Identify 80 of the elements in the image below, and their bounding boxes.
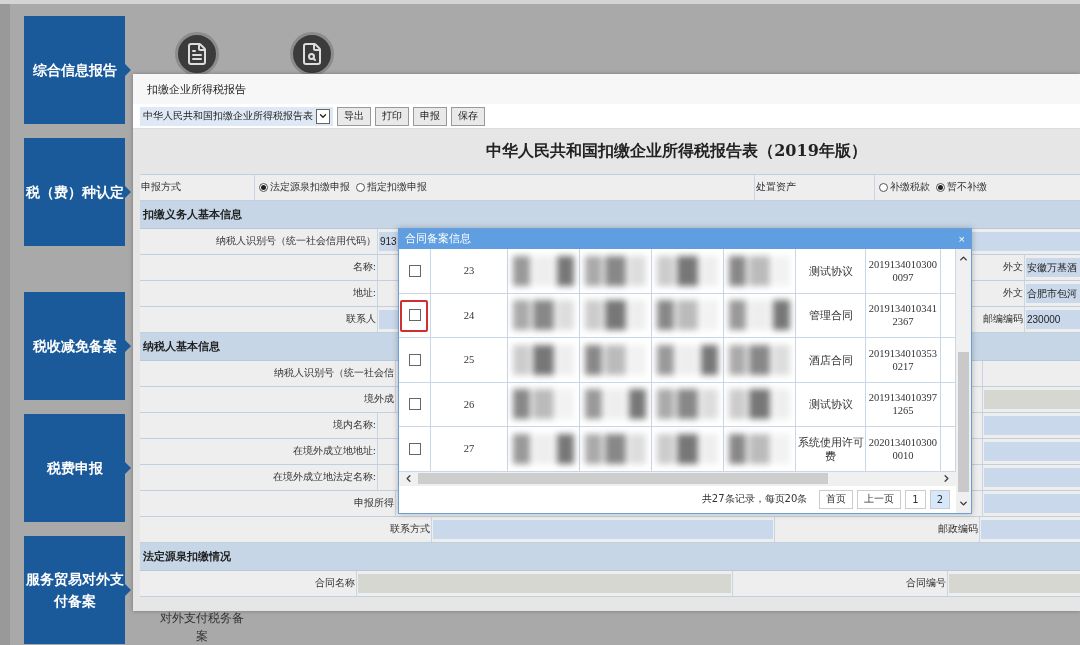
contract-code: 20191340103971265: [868, 391, 938, 418]
radio-icon[interactable]: [356, 183, 365, 192]
contract-type: 酒店合同: [807, 352, 854, 367]
page-button[interactable]: 1: [905, 489, 926, 509]
sidebar-tile[interactable]: 税费申报: [24, 414, 131, 522]
contract-type: 管理合同: [807, 308, 854, 323]
radio-option[interactable]: 法定源泉扣缴申报: [259, 181, 350, 194]
caret-icon: [316, 108, 330, 124]
sidebar-tile[interactable]: 税收减免备案: [24, 292, 131, 400]
field-label: 境外成: [364, 393, 394, 406]
field-label: 处置资产: [756, 181, 796, 194]
row-checkbox[interactable]: [408, 442, 421, 455]
field-label: 纳税人识别号（统一社会信用代码）: [216, 235, 376, 248]
row-number: 27: [463, 443, 475, 455]
row-checkbox[interactable]: [408, 353, 421, 366]
sidebar-tile[interactable]: 税（费）种认定: [24, 138, 131, 246]
field-label: 名称:: [352, 261, 376, 274]
radio-icon[interactable]: [259, 183, 268, 192]
toolbar-button[interactable]: 导出: [337, 106, 371, 126]
radio-icon[interactable]: [879, 183, 888, 192]
field-label: 外文: [1003, 261, 1023, 274]
section-title: 法定源泉扣缴情况: [143, 549, 231, 564]
input-field[interactable]: 230000: [1026, 310, 1080, 329]
field-label: 合同名称: [315, 577, 355, 590]
contract-code: 20201340103000010: [868, 435, 938, 462]
dialog-title: 合同备案信息: [405, 232, 471, 246]
section-title: 扣缴义务人基本信息: [143, 207, 242, 222]
pager-button[interactable]: 上一页: [857, 489, 902, 509]
radio-icon[interactable]: [936, 183, 945, 192]
service-caption: 对外支付税务备案: [159, 610, 245, 645]
contract-code: 20191340103530217: [868, 346, 938, 373]
input-field[interactable]: 安徽万基酒: [1026, 258, 1080, 277]
contract-type: 系统使用许可费: [797, 434, 864, 463]
row-checkbox[interactable]: [408, 309, 421, 322]
page-button[interactable]: 2: [929, 489, 950, 509]
radio-option[interactable]: 暂不补缴: [936, 181, 987, 194]
field-label: 申报方式: [141, 181, 181, 194]
pager-button[interactable]: 首页: [819, 489, 854, 509]
field-label: 境内名称:: [332, 419, 376, 432]
radio-option[interactable]: 补缴税款: [879, 181, 930, 194]
field-label: 邮政编码: [938, 523, 978, 536]
window-title: 扣缴企业所得税报告: [147, 81, 246, 97]
field-label: 外文: [1003, 287, 1023, 300]
row-number: 24: [463, 309, 475, 321]
field-label: 纳税人识别号（统一社会信: [274, 367, 394, 380]
sidebar-tile[interactable]: 服务贸易对外支付备案: [24, 536, 131, 644]
report-select[interactable]: 中华人民共和国扣缴企业所得税报告表: [140, 106, 333, 126]
row-number: 25: [463, 354, 475, 366]
field-label: 申报所得: [354, 497, 394, 510]
field-label: 在境外成立地地址:: [292, 445, 376, 458]
scroll-thumb[interactable]: [418, 473, 828, 484]
field-label: 邮编编码: [983, 313, 1023, 326]
contract-code: 20191340103412367: [868, 302, 938, 329]
report-heading: 中华人民共和国扣缴企业所得税报告表（2019年版）: [486, 141, 867, 162]
radio-option[interactable]: 指定扣缴申报: [356, 181, 427, 194]
row-number: 26: [463, 398, 475, 410]
contract-type: 测试协议: [807, 397, 854, 412]
field-label: 联系方式: [390, 523, 430, 536]
row-checkbox[interactable]: [408, 264, 421, 277]
document-search-icon[interactable]: [290, 32, 334, 76]
row-checkbox[interactable]: [408, 398, 421, 411]
contract-type: 测试协议: [807, 263, 854, 278]
record-summary: 共27条记录，每页20条: [701, 492, 808, 507]
toolbar-button[interactable]: 申报: [413, 106, 447, 126]
scroll-up-icon[interactable]: [958, 253, 969, 264]
scroll-down-icon[interactable]: [958, 498, 969, 509]
row-number: 23: [463, 265, 475, 277]
field-label: 在境外成立地法定名称:: [272, 471, 376, 484]
toolbar-button[interactable]: 打印: [375, 106, 409, 126]
field-label: 合同编号: [906, 577, 946, 590]
document-icon[interactable]: [175, 32, 219, 76]
input-field[interactable]: 合肥市包河: [1026, 284, 1080, 303]
scroll-right-icon[interactable]: [941, 473, 952, 484]
contract-code: 20191340103000097: [868, 257, 938, 284]
section-title: 纳税人基本信息: [143, 339, 220, 354]
sidebar-tile[interactable]: 综合信息报告: [24, 16, 131, 124]
scroll-thumb[interactable]: [958, 352, 969, 492]
toolbar-button[interactable]: 保存: [451, 106, 485, 126]
field-label: 地址:: [352, 287, 376, 300]
field-label: 联系人: [346, 313, 376, 326]
